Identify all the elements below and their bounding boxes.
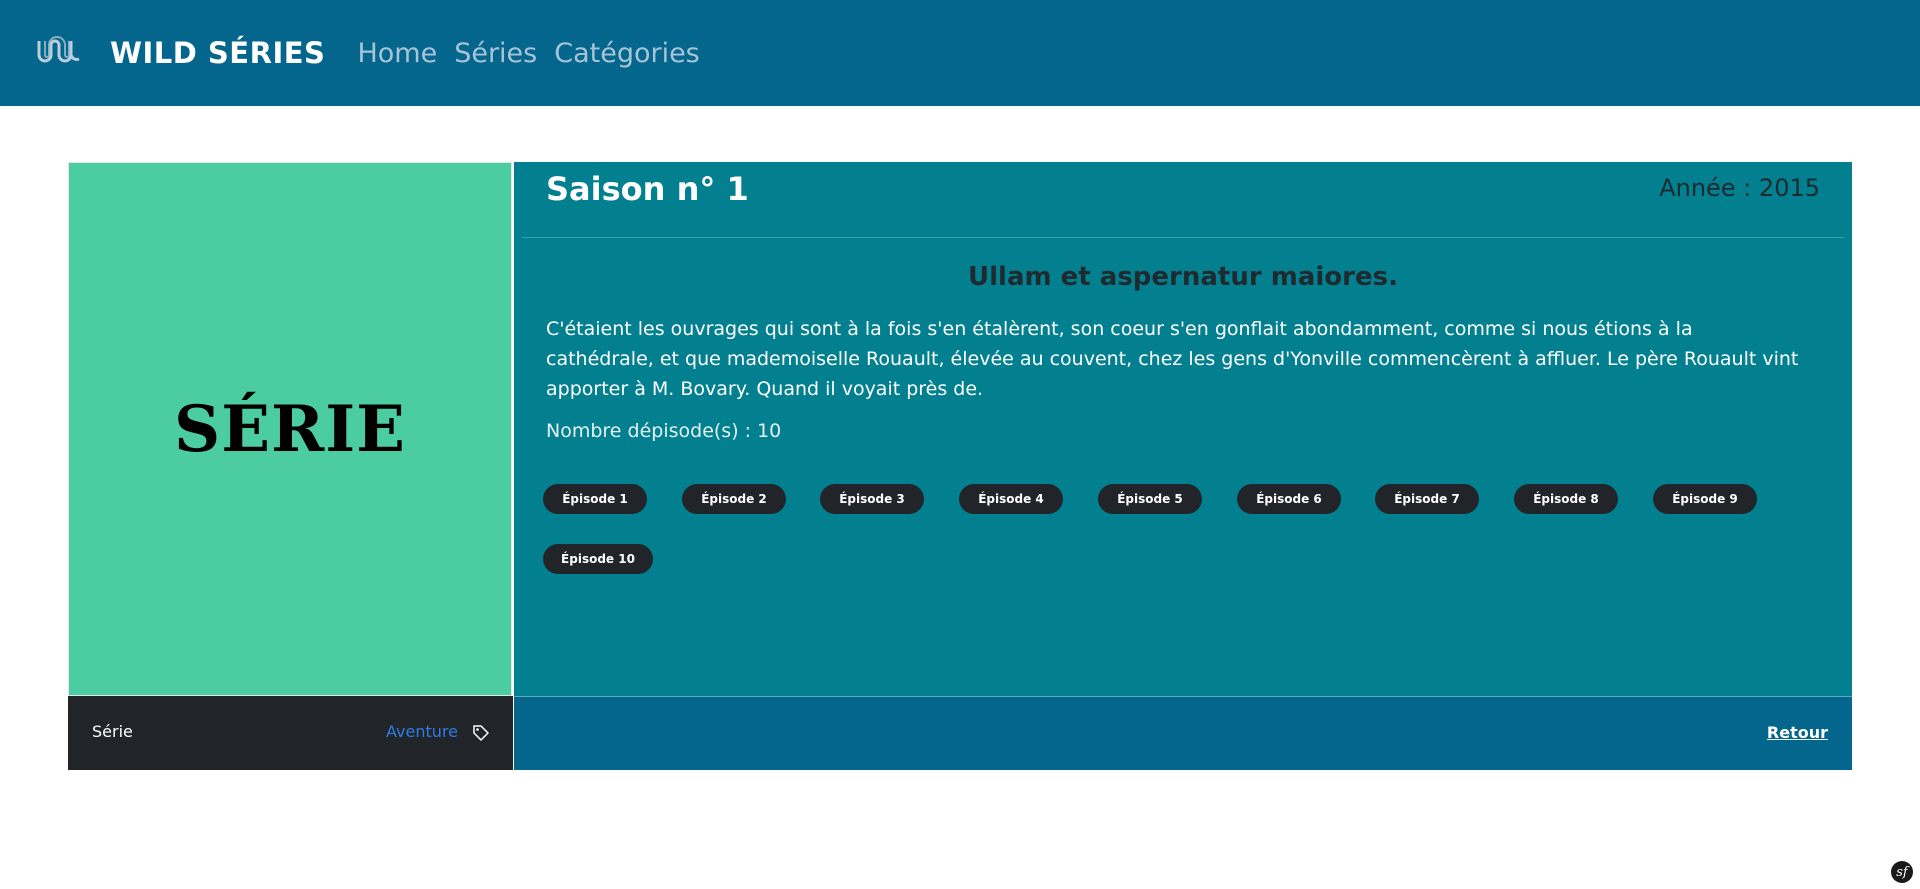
episode-button-10[interactable]: Épisode 10 [543,544,653,574]
episode-button-4[interactable]: Épisode 4 [959,484,1063,514]
nav-link-home[interactable]: Home [357,38,437,69]
episode-button-7[interactable]: Épisode 7 [1375,484,1479,514]
season-year: Année : 2015 [1659,174,1820,202]
episode-button-5[interactable]: Épisode 5 [1098,484,1202,514]
divider [522,237,1844,238]
tag-icon [472,724,490,742]
series-poster: SÉRIE [68,162,512,696]
episode-button-8[interactable]: Épisode 8 [1514,484,1618,514]
season-card: SÉRIE Saison n° 1 Année : 2015 Ullam et … [68,162,1852,770]
episode-button-3[interactable]: Épisode 3 [820,484,924,514]
genre-link[interactable]: Aventure [386,722,458,741]
episode-button-2[interactable]: Épisode 2 [682,484,786,514]
nav-link-categories[interactable]: Catégories [554,38,700,69]
poster-title: SÉRIE [174,391,406,467]
back-link[interactable]: Retour [1767,723,1828,742]
episode-button-6[interactable]: Épisode 6 [1237,484,1341,514]
season-summary: C'étaient les ouvrages qui sont à la foi… [546,318,1799,400]
card-footer-meta: Série Aventure [68,696,513,770]
season-title: Saison n° 1 [546,170,749,208]
episode-button-9[interactable]: Épisode 9 [1653,484,1757,514]
episode-heading: Ullam et aspernatur maiores. [968,262,1398,292]
season-details: Saison n° 1 Année : 2015 Ullam et aspern… [514,162,1852,696]
card-footer-actions: Retour [514,696,1852,770]
navbar: WILD SÉRIES Home Séries Catégories [0,0,1920,106]
episode-button-1[interactable]: Épisode 1 [543,484,647,514]
type-label: Série [92,722,133,741]
symfony-icon[interactable]: sf [1891,861,1913,883]
nav-link-series[interactable]: Séries [454,38,537,69]
episode-count: Nombre dépisode(s) : 10 [546,420,782,442]
wave-logo-icon[interactable] [36,33,84,73]
brand-title[interactable]: WILD SÉRIES [110,36,325,70]
